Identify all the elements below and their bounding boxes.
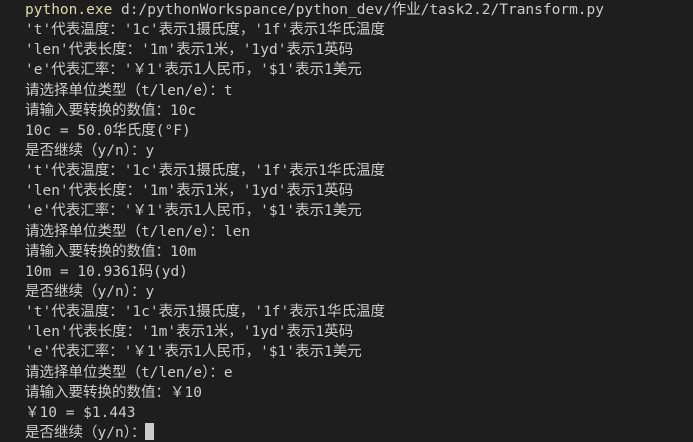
- text-cursor[interactable]: [145, 422, 155, 440]
- output-line: 请选择单位类型（t/len/e）：len: [25, 223, 251, 240]
- output-line: 'len'代表长度：'1m'表示1米，'1yd'表示1英码: [25, 42, 354, 59]
- output-line: 'len'代表长度：'1m'表示1米，'1yd'表示1英码: [25, 183, 354, 200]
- output-line: 't'代表温度：'1c'表示1摄氏度，'1f'表示1华氏温度: [25, 163, 385, 180]
- output-line: 请选择单位类型（t/len/e）：e: [25, 364, 233, 381]
- output-line: 't'代表温度：'1c'表示1摄氏度，'1f'表示1华氏温度: [25, 304, 385, 321]
- output-line: 请选择单位类型（t/len/e）：t: [25, 82, 233, 99]
- output-line: 请输入要转换的数值：10m: [25, 243, 197, 260]
- output-line: 请输入要转换的数值：￥10: [25, 384, 202, 401]
- output-line: 't'代表温度：'1c'表示1摄氏度，'1f'表示1华氏温度: [25, 22, 385, 39]
- output-line: 是否继续（y/n）：y: [25, 283, 155, 300]
- output-line: 10c = 50.0华氏度(°F): [25, 122, 191, 139]
- output-line: 请输入要转换的数值：10c: [25, 102, 197, 119]
- output-line: 'e'代表汇率：'￥1'表示1人民币，'$1'表示1美元: [25, 203, 362, 220]
- command-arguments: d:/pythonWorkspance/python_dev/作业/task2.…: [112, 2, 604, 18]
- output-line: ￥10 = $1.443: [25, 404, 136, 421]
- terminal-panel[interactable]: python.exe d:/pythonWorkspance/python_de…: [0, 0, 693, 442]
- command-executable: python.exe: [25, 2, 113, 18]
- command-line: python.exe d:/pythonWorkspance/python_de…: [25, 0, 693, 20]
- input-prompt-line[interactable]: 是否继续（y/n）：: [25, 422, 693, 442]
- continue-prompt: 是否继续（y/n）：: [25, 424, 146, 441]
- output-line: 'e'代表汇率：'￥1'表示1人民币，'$1'表示1美元: [25, 62, 362, 79]
- output-line: 是否继续（y/n）：y: [25, 142, 155, 159]
- output-line: 'e'代表汇率：'￥1'表示1人民币，'$1'表示1美元: [25, 344, 362, 361]
- output-line: 10m = 10.9361码(yd): [25, 263, 188, 280]
- output-line: 'len'代表长度：'1m'表示1米，'1yd'表示1英码: [25, 324, 354, 341]
